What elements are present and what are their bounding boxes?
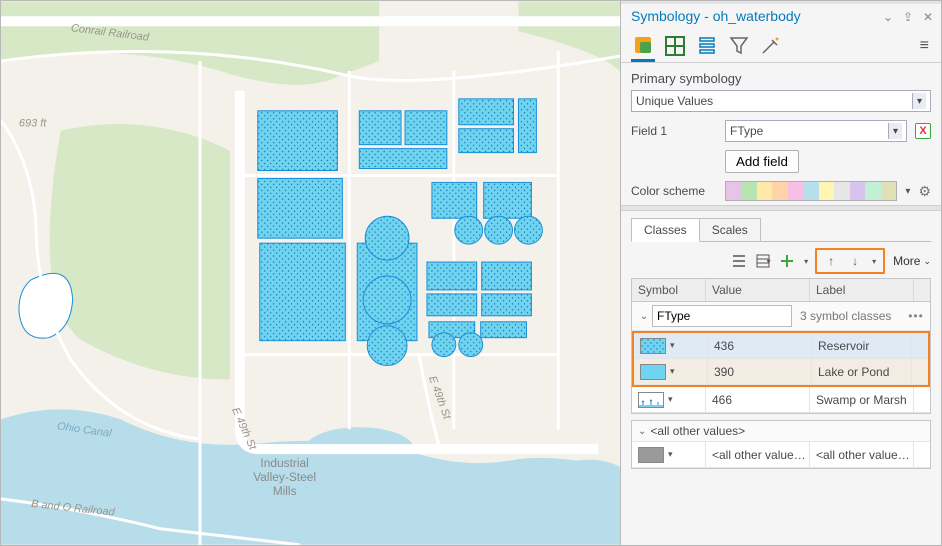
group-count: 3 symbol classes [792, 309, 906, 323]
elevation-label: 693 ft [19, 118, 47, 130]
field1-label: Field 1 [631, 124, 717, 138]
class-row[interactable]: ▾ <all other value… <all other value… [632, 442, 930, 468]
chevron-down-icon[interactable]: ▾ [668, 449, 673, 460]
chevron-down-icon[interactable]: ▾ [912, 93, 926, 109]
class-row[interactable]: ▾ 436 Reservoir [634, 333, 928, 359]
map-view[interactable]: 693 ft Conrail Railroad B and O Railroad… [1, 1, 621, 545]
list-view-icon[interactable] [729, 251, 749, 271]
place-label-1: Industrial [260, 456, 308, 470]
add-class-menu-icon[interactable]: ▾ [801, 251, 811, 271]
colorscheme-select[interactable] [725, 181, 897, 201]
symbol-swatch[interactable] [638, 392, 664, 408]
value-cell[interactable]: 390 [708, 359, 812, 385]
pane-header-controls: ⌄ ⇪ ✕ [877, 8, 933, 24]
chevron-down-icon: ⌄ [923, 256, 931, 267]
close-icon[interactable]: ✕ [923, 10, 933, 24]
vary-by-attribute-tab-icon[interactable] [663, 30, 687, 62]
more-menu[interactable]: More ⌄ [893, 254, 931, 268]
colorscheme-label: Color scheme [631, 184, 717, 198]
class-row[interactable]: ▾ 466 Swamp or Marsh [632, 387, 930, 413]
classes-grid: Symbol Value Label ⌄ 3 symbol classes ••… [631, 278, 931, 414]
classes-toolbar: ▾ ▾ ↑ ↓ ▾ More ⌄ [621, 242, 941, 278]
symbol-cell[interactable]: ▾ [634, 359, 708, 385]
grid-header: Symbol Value Label [632, 279, 930, 302]
advanced-tab-icon[interactable] [759, 30, 783, 62]
label-cell[interactable]: Reservoir [812, 333, 912, 359]
symbol-swatch[interactable] [640, 338, 666, 354]
symbol-swatch[interactable] [638, 447, 664, 463]
value-cell[interactable]: 466 [706, 387, 810, 413]
symbology-tabstrip: ≡ [621, 26, 941, 63]
gear-icon[interactable]: ⚙ [918, 183, 931, 200]
symbology-pane: Symbology - oh_waterbody ⌄ ⇪ ✕ [621, 1, 941, 545]
add-field-button[interactable]: Add field [725, 150, 799, 173]
classes-scales-tabs: Classes Scales [621, 211, 941, 241]
symbol-cell[interactable]: ▾ [634, 333, 708, 359]
menu-icon[interactable]: ≡ [914, 33, 935, 59]
pane-header: Symbology - oh_waterbody ⌄ ⇪ ✕ [621, 4, 941, 26]
move-down-icon[interactable]: ↓ [845, 251, 865, 271]
chevron-down-icon[interactable]: ▾ [670, 340, 675, 351]
symbol-layer-drawing-tab-icon[interactable] [695, 30, 719, 62]
pane-title: Symbology - oh_waterbody [631, 8, 801, 24]
format-all-icon[interactable]: ▾ [753, 251, 773, 271]
group-menu-icon[interactable]: ••• [906, 309, 926, 323]
primary-symbology-section: Primary symbology Unique Values ▾ Field … [621, 63, 941, 205]
label-cell[interactable]: <all other value… [810, 442, 914, 468]
reorder-menu-icon[interactable]: ▾ [869, 251, 879, 271]
all-other-values-group: ⌄ <all other values> ▾ <all other value…… [631, 420, 931, 469]
field1-select[interactable]: FType ▾ [725, 120, 907, 142]
place-label-2: Valley-Steel [253, 470, 316, 484]
all-other-heading: <all other values> [650, 424, 745, 438]
place-label-3: Mills [273, 484, 297, 498]
group-row[interactable]: ⌄ 3 symbol classes ••• [632, 302, 930, 331]
tab-scales[interactable]: Scales [700, 218, 761, 242]
symbol-cell[interactable]: ▾ [632, 442, 706, 468]
pin-icon[interactable]: ⇪ [903, 10, 913, 24]
field1-value: FType [730, 124, 763, 138]
collapse-icon[interactable]: ⌄ [636, 311, 652, 322]
tab-classes[interactable]: Classes [631, 218, 700, 242]
chevron-down-icon[interactable]: ▾ [668, 394, 673, 405]
value-cell[interactable]: 436 [708, 333, 812, 359]
add-field-row: Add field [631, 150, 931, 173]
app-root: 693 ft Conrail Railroad B and O Railroad… [0, 0, 942, 546]
symbology-type-value: Unique Values [636, 94, 713, 108]
primary-symbology-heading: Primary symbology [631, 71, 931, 86]
header-symbol[interactable]: Symbol [632, 279, 706, 301]
symbol-cell[interactable]: ▾ [632, 387, 706, 413]
label-cell[interactable]: Lake or Pond [812, 359, 912, 385]
header-value[interactable]: Value [706, 279, 810, 301]
colorscheme-row: Color scheme ▾ ⚙ [631, 181, 931, 201]
chevron-down-icon[interactable]: ▾ [670, 366, 675, 377]
primary-symbology-tab-icon[interactable] [631, 30, 655, 62]
header-label[interactable]: Label [810, 279, 914, 301]
group-field-input[interactable] [652, 305, 792, 327]
chevron-down-icon[interactable]: ▾ [888, 123, 902, 139]
move-up-icon[interactable]: ↑ [821, 251, 841, 271]
all-other-header[interactable]: ⌄ <all other values> [632, 421, 930, 442]
label-cell[interactable]: Swamp or Marsh [810, 387, 914, 413]
reorder-controls-highlight: ↑ ↓ ▾ [815, 248, 885, 274]
symbol-swatch[interactable] [640, 364, 666, 380]
more-label: More [893, 254, 920, 268]
highlighted-rows: ▾ 436 Reservoir ▾ 390 Lake or Pond [632, 331, 930, 387]
value-cell[interactable]: <all other value… [706, 442, 810, 468]
expression-builder-button[interactable]: X [915, 123, 931, 139]
add-class-icon[interactable] [777, 251, 797, 271]
class-row[interactable]: ▾ 390 Lake or Pond [634, 359, 928, 385]
field1-row: Field 1 FType ▾ X [631, 120, 931, 142]
map-canvas[interactable]: 693 ft Conrail Railroad B and O Railroad… [1, 1, 620, 545]
collapse-icon[interactable]: ⌄ [638, 426, 646, 437]
dropdown-icon[interactable]: ⌄ [883, 10, 893, 24]
chevron-down-icon[interactable]: ▾ [905, 186, 910, 197]
display-filters-tab-icon[interactable] [727, 30, 751, 62]
symbology-type-select[interactable]: Unique Values ▾ [631, 90, 931, 112]
